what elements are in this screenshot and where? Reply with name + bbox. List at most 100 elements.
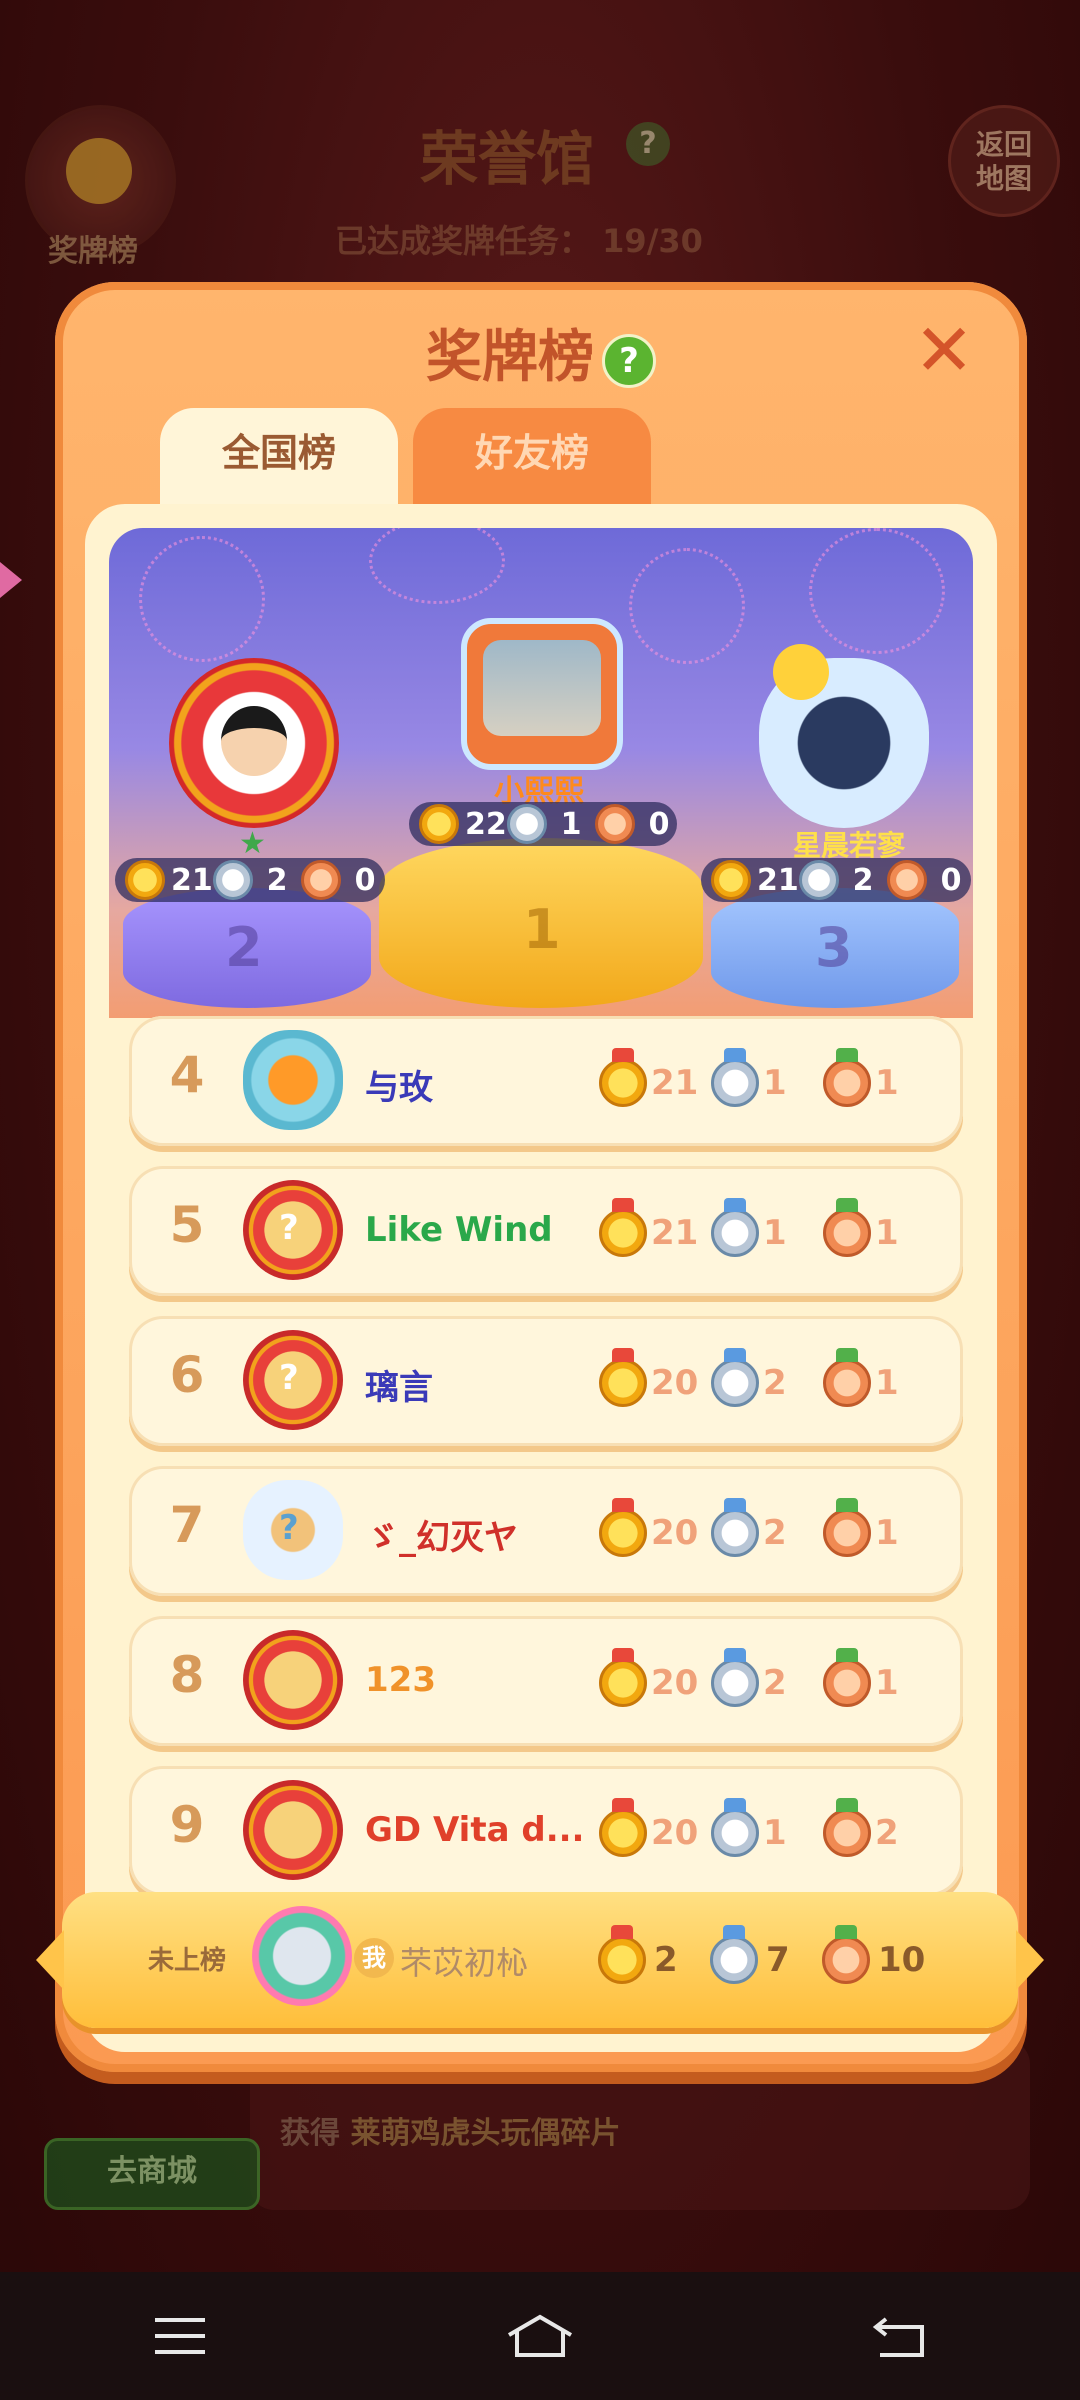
ranking-row[interactable]: 4 与玫 21 1 1 bbox=[129, 1016, 963, 1146]
silver-medal-icon bbox=[711, 1048, 759, 1107]
rank-number: 7 bbox=[169, 1496, 205, 1554]
player-medals: 21 1 1 bbox=[599, 1048, 939, 1110]
silver-medal-icon bbox=[507, 804, 547, 844]
silver-medal-icon bbox=[213, 860, 253, 900]
gold-count: 21 bbox=[651, 1213, 699, 1253]
shop-button[interactable]: 去商城 bbox=[44, 2138, 260, 2210]
silver-count: 1 bbox=[763, 1813, 787, 1853]
silver-count: 2 bbox=[852, 862, 874, 898]
player-name: 璃言 bbox=[365, 1368, 433, 1408]
bronze-medal-icon bbox=[823, 1198, 871, 1257]
gold-count: 20 bbox=[651, 1363, 699, 1403]
self-name: 芣苡初杺 bbox=[400, 1944, 529, 1982]
bronze-medal-icon bbox=[823, 1648, 871, 1707]
bronze-medal-icon bbox=[301, 860, 341, 900]
gold-medal-icon bbox=[125, 860, 165, 900]
unknown-avatar-icon: ? bbox=[279, 1358, 299, 1398]
firework-decoration bbox=[629, 548, 745, 664]
podium-rank-3: 3 bbox=[815, 916, 853, 979]
player-avatar[interactable]: ? bbox=[243, 1480, 343, 1580]
close-button[interactable]: ✕ bbox=[909, 314, 979, 388]
tab-national[interactable]: 全国榜 bbox=[160, 408, 398, 508]
menu-button[interactable] bbox=[135, 2301, 225, 2371]
reward-prefix: 获得 bbox=[280, 2116, 340, 2151]
player-name: Like Wind bbox=[365, 1210, 553, 1250]
player-avatar[interactable] bbox=[243, 1630, 343, 1730]
ranking-row[interactable]: 6 ? 璃言 20 2 1 bbox=[129, 1316, 963, 1446]
back-icon bbox=[872, 2317, 924, 2357]
gold-medal-icon bbox=[599, 1498, 647, 1557]
modal-help-icon[interactable]: ? bbox=[602, 333, 656, 388]
hall-title: 荣誉馆 bbox=[420, 125, 595, 193]
bronze-medal-icon bbox=[823, 1348, 871, 1407]
silver-medal-icon bbox=[711, 1498, 759, 1557]
third-place-medals: 21 2 0 bbox=[701, 858, 971, 902]
gold-medal-icon bbox=[599, 1198, 647, 1257]
hall-help-icon[interactable]: ? bbox=[626, 122, 670, 166]
podium: 2 1 3 小熙熙 22 1 0 ★ 21 2 0 星晨若寥 21 2 0 bbox=[109, 528, 973, 1018]
firework-decoration bbox=[809, 528, 945, 654]
rank-number: 4 bbox=[169, 1046, 205, 1104]
player-medals: 20 2 1 bbox=[599, 1348, 939, 1410]
silver-count: 1 bbox=[560, 806, 582, 842]
ranking-row[interactable]: 8 123 20 2 1 bbox=[129, 1616, 963, 1746]
bronze-count: 2 bbox=[875, 1813, 899, 1853]
bronze-count: 1 bbox=[875, 1213, 899, 1253]
task-progress-label: 已达成奖牌任务： bbox=[335, 222, 592, 260]
player-avatar[interactable] bbox=[243, 1030, 343, 1130]
gold-count: 21 bbox=[757, 862, 799, 898]
silver-medal-icon bbox=[711, 1798, 759, 1857]
reward-item: 莱萌鸡虎头玩偶碎片 bbox=[350, 2116, 621, 2151]
second-place-medals: 21 2 0 bbox=[115, 858, 385, 902]
third-place-avatar[interactable] bbox=[759, 644, 929, 828]
avatar-face bbox=[221, 706, 287, 776]
back-button[interactable] bbox=[855, 2301, 945, 2371]
chick-decoration bbox=[773, 644, 829, 700]
tab-friends[interactable]: 好友榜 bbox=[413, 408, 651, 508]
podium-rank-1: 1 bbox=[523, 898, 561, 961]
second-place-avatar[interactable] bbox=[169, 658, 339, 828]
player-medals: 20 2 1 bbox=[599, 1648, 939, 1710]
back-to-map-button[interactable]: 返回 地图 bbox=[948, 105, 1060, 217]
ranking-row[interactable]: 7 ? ゞ_幻灭ヤ 20 2 1 bbox=[129, 1466, 963, 1596]
player-name: 与玫 bbox=[365, 1068, 433, 1108]
bronze-count: 1 bbox=[875, 1063, 899, 1103]
player-avatar[interactable] bbox=[243, 1780, 343, 1880]
medal-board-modal: 奖牌榜? ✕ 全国榜 好友榜 2 1 3 小熙熙 22 1 0 ★ 21 2 0… bbox=[55, 282, 1027, 2072]
home-button[interactable] bbox=[495, 2301, 585, 2371]
medal-icon bbox=[66, 138, 132, 204]
silver-count: 1 bbox=[763, 1213, 787, 1253]
bronze-count: 10 bbox=[878, 1940, 926, 1980]
podium-stand-3: 3 bbox=[711, 888, 959, 1008]
player-avatar[interactable]: ? bbox=[243, 1180, 343, 1280]
player-avatar[interactable]: ? bbox=[243, 1330, 343, 1430]
podium-stand-1: 1 bbox=[379, 838, 703, 1008]
gold-count: 2 bbox=[654, 1940, 678, 1980]
ranking-row[interactable]: 9 GD Vita d... 20 1 2 bbox=[129, 1766, 963, 1896]
home-icon bbox=[507, 2314, 573, 2357]
bronze-medal-icon bbox=[595, 804, 635, 844]
self-avatar[interactable] bbox=[252, 1906, 352, 2006]
player-name: 123 bbox=[365, 1660, 436, 1700]
gold-medal-icon bbox=[599, 1348, 647, 1407]
leaderboard-panel: 2 1 3 小熙熙 22 1 0 ★ 21 2 0 星晨若寥 21 2 0 4 … bbox=[85, 504, 997, 2052]
self-rank-bar[interactable]: 未上榜 我 芣苡初杺 2 7 10 bbox=[36, 1892, 1044, 2028]
bronze-medal-icon bbox=[823, 1498, 871, 1557]
ranking-row[interactable]: 5 ? Like Wind 21 1 1 bbox=[129, 1166, 963, 1296]
rank-number: 6 bbox=[169, 1346, 205, 1404]
player-name: ゞ_幻灭ヤ bbox=[365, 1518, 518, 1558]
bronze-count: 1 bbox=[875, 1363, 899, 1403]
firework-decoration bbox=[369, 528, 505, 604]
rank-number: 5 bbox=[169, 1196, 205, 1254]
modal-title: 奖牌榜? bbox=[55, 312, 1027, 393]
gold-medal-icon bbox=[599, 1648, 647, 1707]
first-place-medals: 22 1 0 bbox=[409, 802, 677, 846]
first-place-avatar[interactable] bbox=[461, 618, 623, 770]
gold-medal-icon bbox=[419, 804, 459, 844]
side-expand-arrow-icon[interactable] bbox=[0, 562, 22, 598]
silver-count: 1 bbox=[763, 1063, 787, 1103]
bronze-medal-icon bbox=[823, 1798, 871, 1857]
firework-decoration bbox=[139, 536, 265, 662]
rank-number: 8 bbox=[169, 1646, 205, 1704]
rank-number: 9 bbox=[169, 1796, 205, 1854]
